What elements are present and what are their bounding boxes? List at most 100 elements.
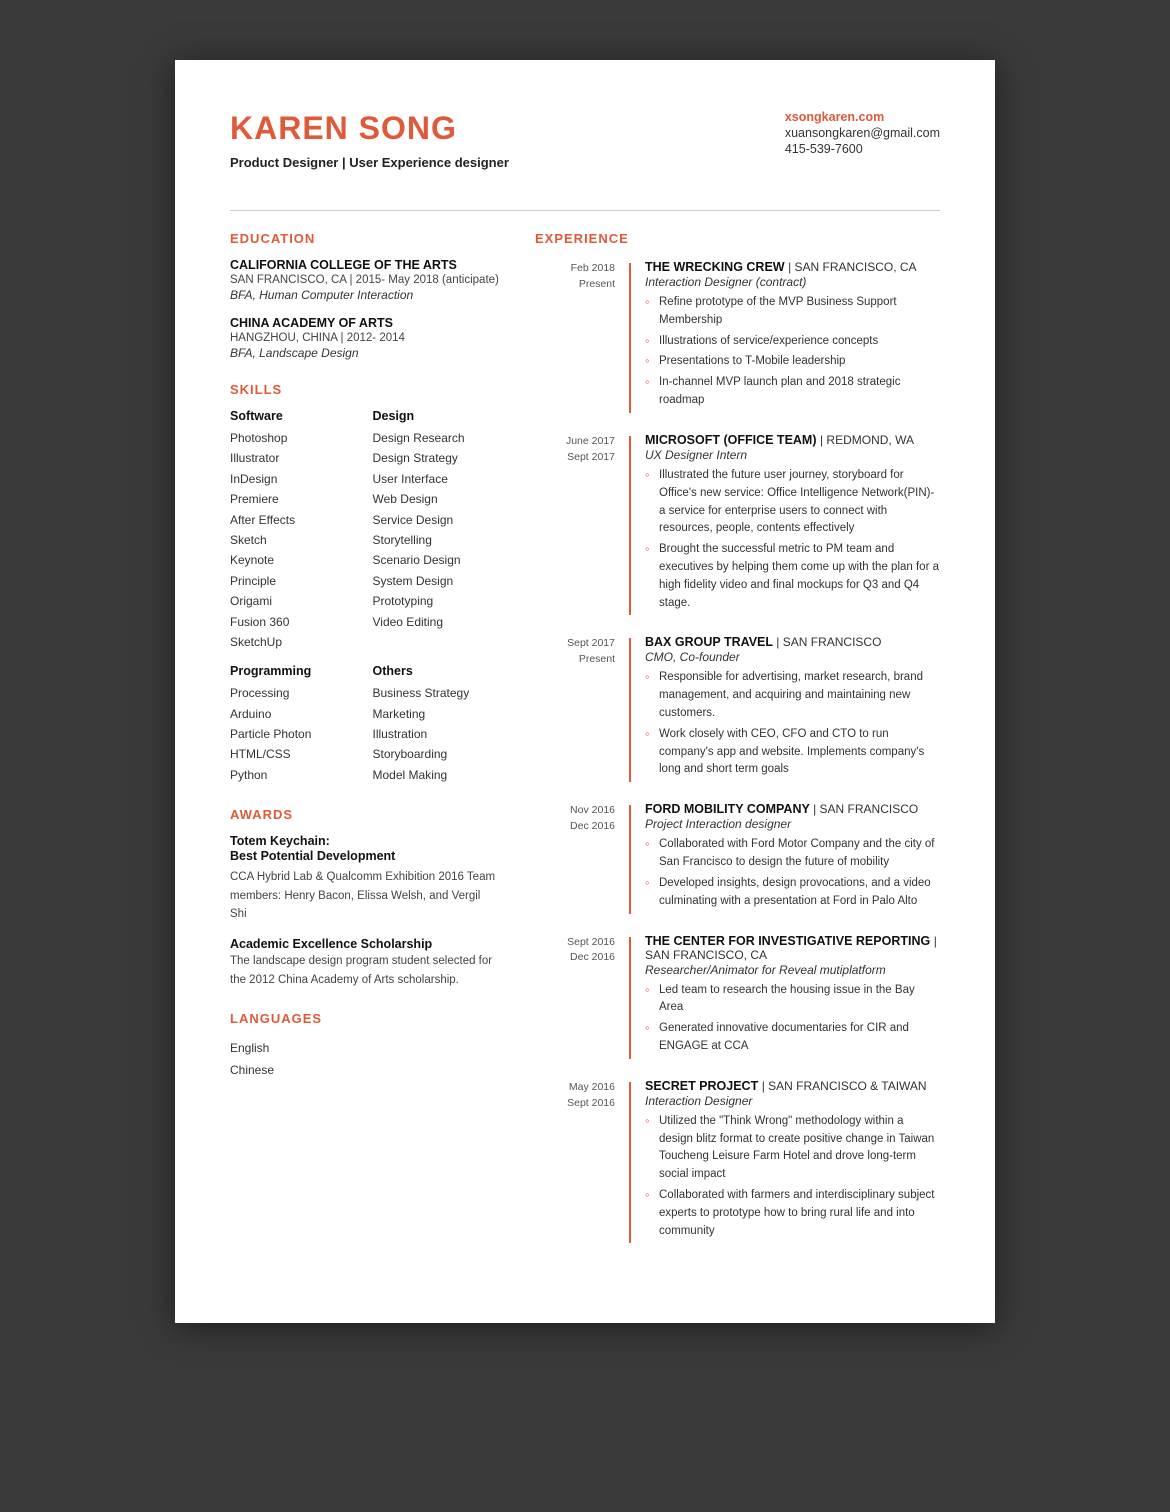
exp-location: | SAN FRANCISCO — [813, 802, 918, 816]
right-column: EXPERIENCE Feb 2018Present THE WRECKING C… — [530, 231, 940, 1263]
exp-date: June 2017Sept 2017 — [535, 433, 615, 616]
header-phone: 415-539-7600 — [785, 142, 940, 156]
education-cca: CALIFORNIA COLLEGE OF THE ARTS SAN FRANC… — [230, 258, 500, 302]
skill-item: Fusion 360 — [230, 612, 358, 632]
left-column: EDUCATION CALIFORNIA COLLEGE OF THE ARTS… — [230, 231, 500, 1263]
header-website[interactable]: xsongkaren.com — [785, 110, 940, 124]
exp-company-name: THE WRECKING CREW | SAN FRANCISCO, CA — [645, 260, 940, 274]
skill-item: Marketing — [373, 704, 501, 724]
skills-design-col: Design Design ResearchDesign StrategyUse… — [373, 409, 501, 652]
skill-item: Arduino — [230, 704, 358, 724]
exp-content: MICROSOFT (Office team) | REDMOND, WAUX … — [645, 433, 940, 616]
languages-heading: LANGUAGES — [230, 1011, 500, 1026]
exp-bullet: Illustrations of service/experience conc… — [645, 333, 940, 351]
skill-item: Design Strategy — [373, 448, 501, 468]
exp-bullet: Collaborated with Ford Motor Company and… — [645, 836, 940, 872]
exp-bullets: Illustrated the future user journey, sto… — [645, 467, 940, 613]
exp-bullet: Utilized the "Think Wrong" methodology w… — [645, 1113, 940, 1184]
exp-vertical-divider — [629, 937, 631, 1059]
education-china: CHINA ACADEMY OF ARTS HANGZHOU, CHINA | … — [230, 316, 500, 360]
exp-date: Sept 2016Dec 2016 — [535, 934, 615, 1059]
skill-item: SketchUp — [230, 632, 358, 652]
exp-bullet: Led team to research the housing issue i… — [645, 982, 940, 1018]
exp-company-name: BAX Group Travel | SAN FRANCISCO — [645, 635, 940, 649]
awards-heading: AWARDS — [230, 807, 500, 822]
skill-item: Model Making — [373, 765, 501, 785]
skill-item: InDesign — [230, 469, 358, 489]
experience-entry: Feb 2018Present THE WRECKING CREW | SAN F… — [535, 260, 940, 413]
header-email: xuansongkaren@gmail.com — [785, 126, 940, 140]
exp-content: THE CENTER FOR INVESTIGATIVE REPORTING |… — [645, 934, 940, 1059]
exp-bullet: Developed insights, design provocations,… — [645, 875, 940, 911]
exp-bullets: Led team to research the housing issue i… — [645, 982, 940, 1056]
exp-vertical-divider — [629, 263, 631, 413]
exp-location: | SAN FRANCISCO, CA — [645, 934, 937, 962]
language-item: Chinese — [230, 1060, 500, 1082]
exp-role: UX Designer Intern — [645, 448, 940, 462]
skills-grid-software-design: Software PhotoshopIllustratorInDesignPre… — [230, 409, 500, 652]
award-2-desc: The landscape design program student sel… — [230, 952, 500, 989]
exp-bullet: Presentations to T-Mobile leadership — [645, 353, 940, 371]
exp-bullet: Collaborated with farmers and interdisci… — [645, 1187, 940, 1240]
skill-item: HTML/CSS — [230, 744, 358, 764]
exp-content: THE WRECKING CREW | SAN FRANCISCO, CAInt… — [645, 260, 940, 413]
exp-bullet: Refine prototype of the MVP Business Sup… — [645, 294, 940, 330]
subtitle: Product Designer | User Experience desig… — [230, 155, 509, 170]
exp-bullet: In-channel MVP launch plan and 2018 stra… — [645, 374, 940, 410]
exp-date: Feb 2018Present — [535, 260, 615, 413]
others-items: Business StrategyMarketingIllustrationSt… — [373, 683, 501, 785]
china-degree: BFA, Landscape Design — [230, 346, 500, 360]
skill-item: After Effects — [230, 510, 358, 530]
exp-bullets: Collaborated with Ford Motor Company and… — [645, 836, 940, 910]
experience-heading: EXPERIENCE — [535, 231, 940, 246]
exp-date: Nov 2016Dec 2016 — [535, 802, 615, 913]
award-1: Totem Keychain: Best Potential Developme… — [230, 834, 500, 923]
software-heading: Software — [230, 409, 358, 423]
award-2: Academic Excellence Scholarship The land… — [230, 937, 500, 989]
header-left: KAREN SONG Product Designer | User Exper… — [230, 110, 509, 170]
skill-item: User Interface — [373, 469, 501, 489]
exp-bullet: Illustrated the future user journey, sto… — [645, 467, 940, 538]
language-item: English — [230, 1038, 500, 1060]
exp-content: FORD MOBILITY COMPANY | SAN FRANCISCOPro… — [645, 802, 940, 913]
skill-item: Sketch — [230, 530, 358, 550]
exp-content: BAX Group Travel | SAN FRANCISCOCMO, Co-… — [645, 635, 940, 782]
skills-heading: SKILLS — [230, 382, 500, 397]
exp-location: | SAN FRANCISCO, CA — [788, 260, 916, 274]
skill-item: Particle Photon — [230, 724, 358, 744]
exp-company-name: SECRET PROJECT | SAN FRANCISCO & TAIWAN — [645, 1079, 940, 1093]
header-section: KAREN SONG Product Designer | User Exper… — [230, 110, 940, 180]
skill-item: Storytelling — [373, 530, 501, 550]
exp-bullet: Responsible for advertising, market rese… — [645, 669, 940, 722]
others-heading: Others — [373, 664, 501, 678]
skills-grid-programming-others: Programming ProcessingArduinoParticle Ph… — [230, 664, 500, 785]
exp-location: | REDMOND, WA — [820, 433, 914, 447]
skill-item: Illustrator — [230, 448, 358, 468]
skill-item: Scenario Design — [373, 550, 501, 570]
skill-item: Origami — [230, 591, 358, 611]
skill-item: Principle — [230, 571, 358, 591]
right-col-inner: EXPERIENCE Feb 2018Present THE WRECKING C… — [530, 231, 940, 1243]
exp-date: Sept 2017Present — [535, 635, 615, 782]
experience-entry: June 2017Sept 2017 MICROSOFT (Office team… — [535, 433, 940, 616]
skills-others-col: Others Business StrategyMarketingIllustr… — [373, 664, 501, 785]
award-1-desc: CCA Hybrid Lab & Qualcomm Exhibition 201… — [230, 868, 500, 923]
resume-paper: KAREN SONG Product Designer | User Exper… — [175, 60, 995, 1323]
award-2-title: Academic Excellence Scholarship — [230, 937, 500, 951]
cca-name: CALIFORNIA COLLEGE OF THE ARTS — [230, 258, 500, 272]
skill-item: Video Editing — [373, 612, 501, 632]
skill-item: Business Strategy — [373, 683, 501, 703]
exp-vertical-divider — [629, 1082, 631, 1244]
skill-item: System Design — [373, 571, 501, 591]
exp-vertical-divider — [629, 805, 631, 913]
design-items: Design ResearchDesign StrategyUser Inter… — [373, 428, 501, 632]
exp-role: CMO, Co-founder — [645, 650, 940, 664]
software-items: PhotoshopIllustratorInDesignPremiereAfte… — [230, 428, 358, 652]
programming-heading: Programming — [230, 664, 358, 678]
skill-item: Python — [230, 765, 358, 785]
education-heading: EDUCATION — [230, 231, 500, 246]
award-1-title: Totem Keychain: — [230, 834, 500, 848]
exp-bullet: Generated innovative documentaries for C… — [645, 1020, 940, 1056]
exp-content: SECRET PROJECT | SAN FRANCISCO & TAIWANI… — [645, 1079, 940, 1244]
header-divider — [230, 210, 940, 211]
